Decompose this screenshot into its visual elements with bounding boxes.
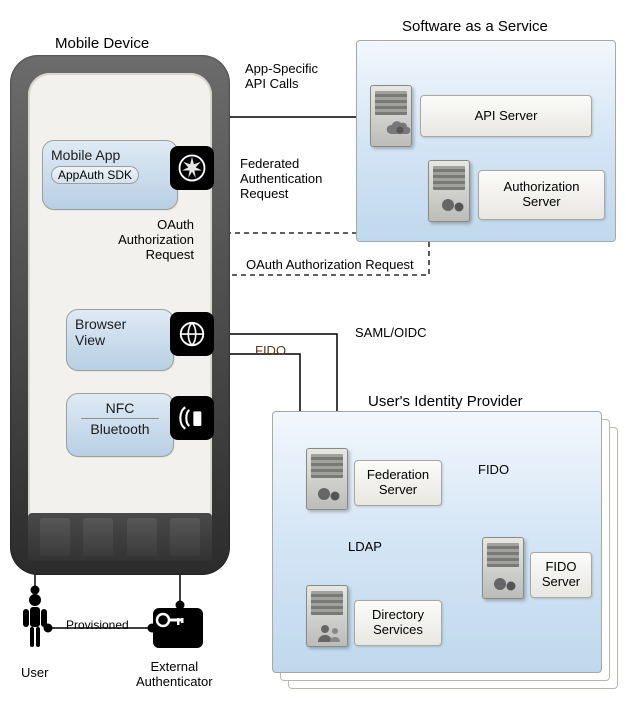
nfc-label: NFC xyxy=(75,400,165,416)
card-browser-view: Browser View xyxy=(66,309,174,371)
bluetooth-label: Bluetooth xyxy=(75,421,165,437)
gears-icon-federation xyxy=(316,484,344,504)
gears-icon-fido xyxy=(492,574,520,594)
annot-fido-server: FIDO xyxy=(478,463,509,478)
people-icon xyxy=(316,622,344,642)
annot-saml-oidc: SAML/OIDC xyxy=(355,326,427,341)
section-title-saas: Software as a Service xyxy=(402,18,548,35)
annot-provisioned: Provisioned xyxy=(66,619,129,633)
external-auth-label: External Authenticator xyxy=(136,660,213,690)
card-nfc-bluetooth: NFC Bluetooth xyxy=(66,393,174,457)
box-authz-server: Authorization Server xyxy=(478,170,605,220)
appauth-sdk-pill: AppAuth SDK xyxy=(51,166,139,184)
key-icon xyxy=(153,608,203,648)
browser-view-title: Browser View xyxy=(75,316,165,348)
globe-icon xyxy=(170,312,214,356)
card-mobile-app: Mobile App AppAuth SDK xyxy=(42,140,178,210)
box-federation-server: Federation Server xyxy=(354,460,442,506)
annot-oauth-ext: OAuth Authorization Request xyxy=(246,258,414,273)
directory-services-label: Directory Services xyxy=(372,608,424,638)
box-directory-services: Directory Services xyxy=(354,600,442,646)
phone-dock xyxy=(28,513,212,561)
annot-api-calls: App-Specific API Calls xyxy=(245,62,318,92)
fido-server-label: FIDO Server xyxy=(542,560,580,590)
nfc-icon xyxy=(170,396,214,440)
federation-server-label: Federation Server xyxy=(367,468,429,498)
annot-fido-browser: FIDO xyxy=(255,344,286,359)
section-title-mobile: Mobile Device xyxy=(55,35,149,52)
authz-server-label: Authorization Server xyxy=(504,180,580,210)
annot-ldap: LDAP xyxy=(348,540,382,555)
user-label: User xyxy=(21,666,48,681)
user-icon xyxy=(20,592,50,652)
annot-fed-auth: Federated Authentication Request xyxy=(240,157,322,202)
gears-icon-authz xyxy=(440,195,468,215)
cloud-gear-icon xyxy=(384,118,414,140)
section-title-idp: User's Identity Provider xyxy=(368,393,523,410)
mobile-app-title: Mobile App xyxy=(51,147,169,163)
box-api-server: API Server xyxy=(420,95,592,137)
box-fido-server: FIDO Server xyxy=(530,552,592,598)
badge-icon xyxy=(170,146,214,190)
annot-oauth-local: OAuth Authorization Request xyxy=(106,218,194,263)
api-server-label: API Server xyxy=(475,109,538,124)
